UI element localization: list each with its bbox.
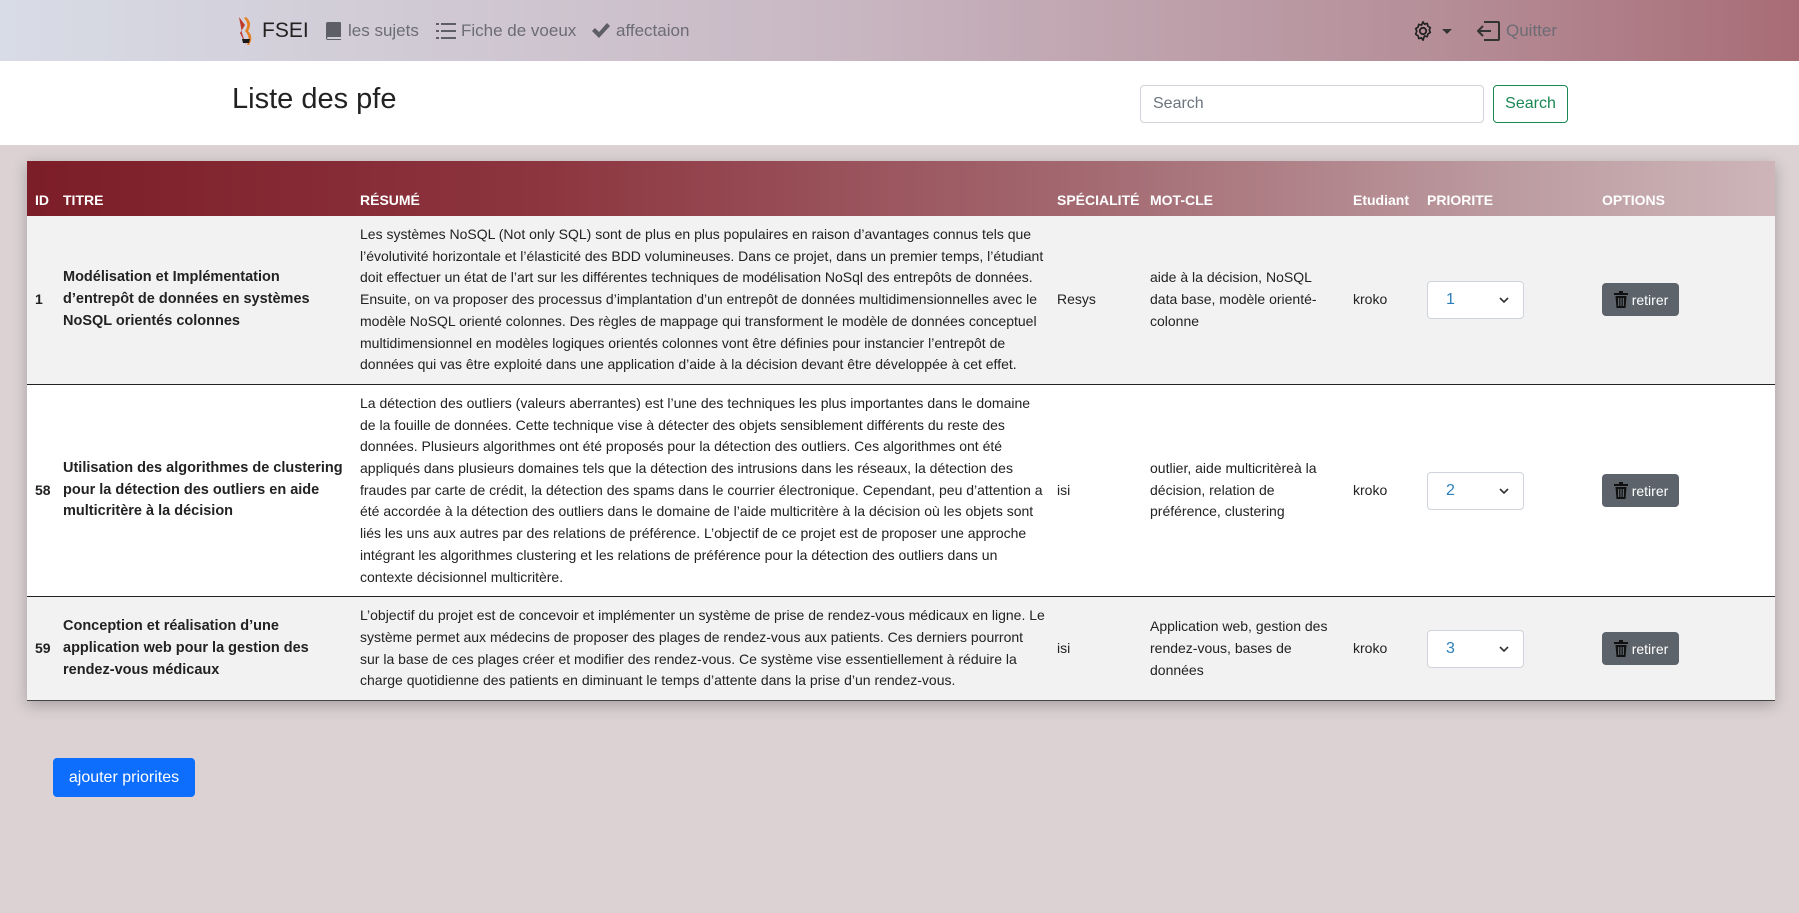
- cell-title: Conception et réalisation d’une applicat…: [55, 596, 352, 702]
- trash-icon: [1613, 290, 1628, 308]
- add-priorities-button[interactable]: ajouter priorites: [53, 758, 195, 797]
- check-icon: [592, 23, 610, 38]
- cell-speciality: isi: [1049, 596, 1142, 702]
- nav-link-affectation-label: affectaion: [616, 21, 690, 40]
- table-header: ID TITRE RÉSUMÉ SPÉCIALITÉ MOT-CLE Etudi…: [27, 161, 1775, 216]
- nav-link-sujets-label: les sujets: [348, 21, 419, 40]
- cell-keywords: outlier, aide multicritèreà la décision,…: [1142, 383, 1345, 597]
- column-header-titre: TITRE: [63, 192, 104, 208]
- list-icon: [436, 23, 456, 39]
- table-row: 58 Utilisation des algorithmes de cluste…: [27, 383, 1775, 597]
- cell-priority: 3: [1419, 596, 1594, 702]
- priority-value: 1: [1446, 291, 1455, 309]
- pfe-table-card: ID TITRE RÉSUMÉ SPÉCIALITÉ MOT-CLE Etudi…: [27, 161, 1775, 702]
- cell-keywords: aide à la décision, NoSQL data base, mod…: [1150, 269, 1317, 329]
- page-title: Liste des pfe: [232, 83, 397, 115]
- cell-title: Utilisation des algorithmes de clusterin…: [55, 383, 352, 597]
- column-header-resume: RÉSUMÉ: [360, 192, 420, 208]
- cell-summary: La détection des outliers (valeurs aberr…: [352, 383, 1049, 597]
- cell-summary: L’objectif du projet est de concevoir et…: [352, 596, 1049, 702]
- chevron-down-icon: [1499, 297, 1509, 304]
- cell-options: retirer: [1594, 383, 1775, 597]
- cell-keywords: Application web, gestion des rendez-vous…: [1142, 596, 1345, 702]
- cell-speciality: isi: [1049, 383, 1142, 597]
- page-header: Liste des pfe Search: [0, 61, 1799, 145]
- fsei-logo-icon: [239, 17, 252, 45]
- priority-select[interactable]: 1: [1427, 280, 1524, 319]
- quit-label: Quitter: [1506, 21, 1558, 40]
- retirer-button[interactable]: retirer: [1602, 283, 1679, 317]
- priority-value: 3: [1446, 639, 1455, 657]
- top-navbar: FSEI les sujets Fiche de voeux affectaio…: [0, 0, 1799, 61]
- column-header-specialite: SPÉCIALITÉ: [1057, 192, 1140, 208]
- trash-icon: [1613, 481, 1628, 499]
- retirer-button[interactable]: retirer: [1602, 474, 1679, 508]
- settings-dropdown[interactable]: [1412, 18, 1452, 44]
- retirer-label: retirer: [1631, 291, 1669, 308]
- retirer-button[interactable]: retirer: [1602, 632, 1679, 666]
- cell-student: kroko: [1345, 596, 1419, 702]
- cell-options: retirer: [1594, 596, 1775, 702]
- cell-priority: 1: [1419, 216, 1594, 384]
- pfe-table: ID TITRE RÉSUMÉ SPÉCIALITÉ MOT-CLE Etudi…: [27, 161, 1775, 702]
- cell-speciality: Resys: [1057, 291, 1096, 308]
- cell-title: Modélisation et Implémentation d’entrepô…: [63, 269, 310, 329]
- search-input[interactable]: [1140, 85, 1484, 123]
- nav-link-fiche-voeux-label: Fiche de voeux: [461, 21, 577, 40]
- cell-student: kroko: [1345, 383, 1419, 597]
- column-header-etudiant: Etudiant: [1353, 192, 1409, 208]
- book-icon: [326, 22, 341, 40]
- cell-priority: 2: [1419, 383, 1594, 597]
- column-header-priorite: PRIORITE: [1427, 192, 1494, 208]
- retirer-label: retirer: [1631, 482, 1669, 499]
- cell-id: 58: [27, 383, 55, 597]
- priority-value: 2: [1446, 481, 1455, 499]
- trash-icon: [1613, 639, 1628, 657]
- column-header-options: OPTIONS: [1602, 192, 1666, 208]
- nav-link-affectation[interactable]: affectaion: [591, 19, 689, 43]
- retirer-label: retirer: [1631, 640, 1669, 657]
- table-row: 1 Modélisation et Implémentation d’entre…: [27, 216, 1775, 385]
- chevron-down-icon: [1442, 28, 1452, 34]
- column-header-id: ID: [35, 192, 49, 208]
- column-header-mot-cle: MOT-CLE: [1150, 192, 1213, 208]
- nav-link-sujets[interactable]: les sujets: [325, 19, 419, 43]
- logout-icon: [1477, 21, 1500, 41]
- cell-summary: Les systèmes NoSQL (Not only SQL) sont d…: [360, 226, 1044, 373]
- quit-link[interactable]: Quitter: [1475, 18, 1557, 44]
- priority-select[interactable]: 3: [1427, 629, 1524, 668]
- priority-select[interactable]: 2: [1427, 471, 1524, 510]
- search-button[interactable]: Search: [1493, 85, 1568, 123]
- cell-options: retirer: [1594, 216, 1775, 384]
- chevron-down-icon: [1499, 646, 1509, 652]
- cell-id: 1: [35, 291, 43, 308]
- nav-link-fiche-voeux[interactable]: Fiche de voeux: [436, 19, 576, 43]
- brand-link[interactable]: FSEI: [236, 15, 309, 47]
- gear-icon: [1414, 21, 1432, 41]
- table-row: 59 Conception et réalisation d’une appli…: [27, 596, 1775, 702]
- brand-name: FSEI: [262, 19, 309, 42]
- cell-student: kroko: [1353, 291, 1388, 308]
- cell-id: 59: [27, 596, 55, 702]
- chevron-down-icon: [1499, 488, 1509, 494]
